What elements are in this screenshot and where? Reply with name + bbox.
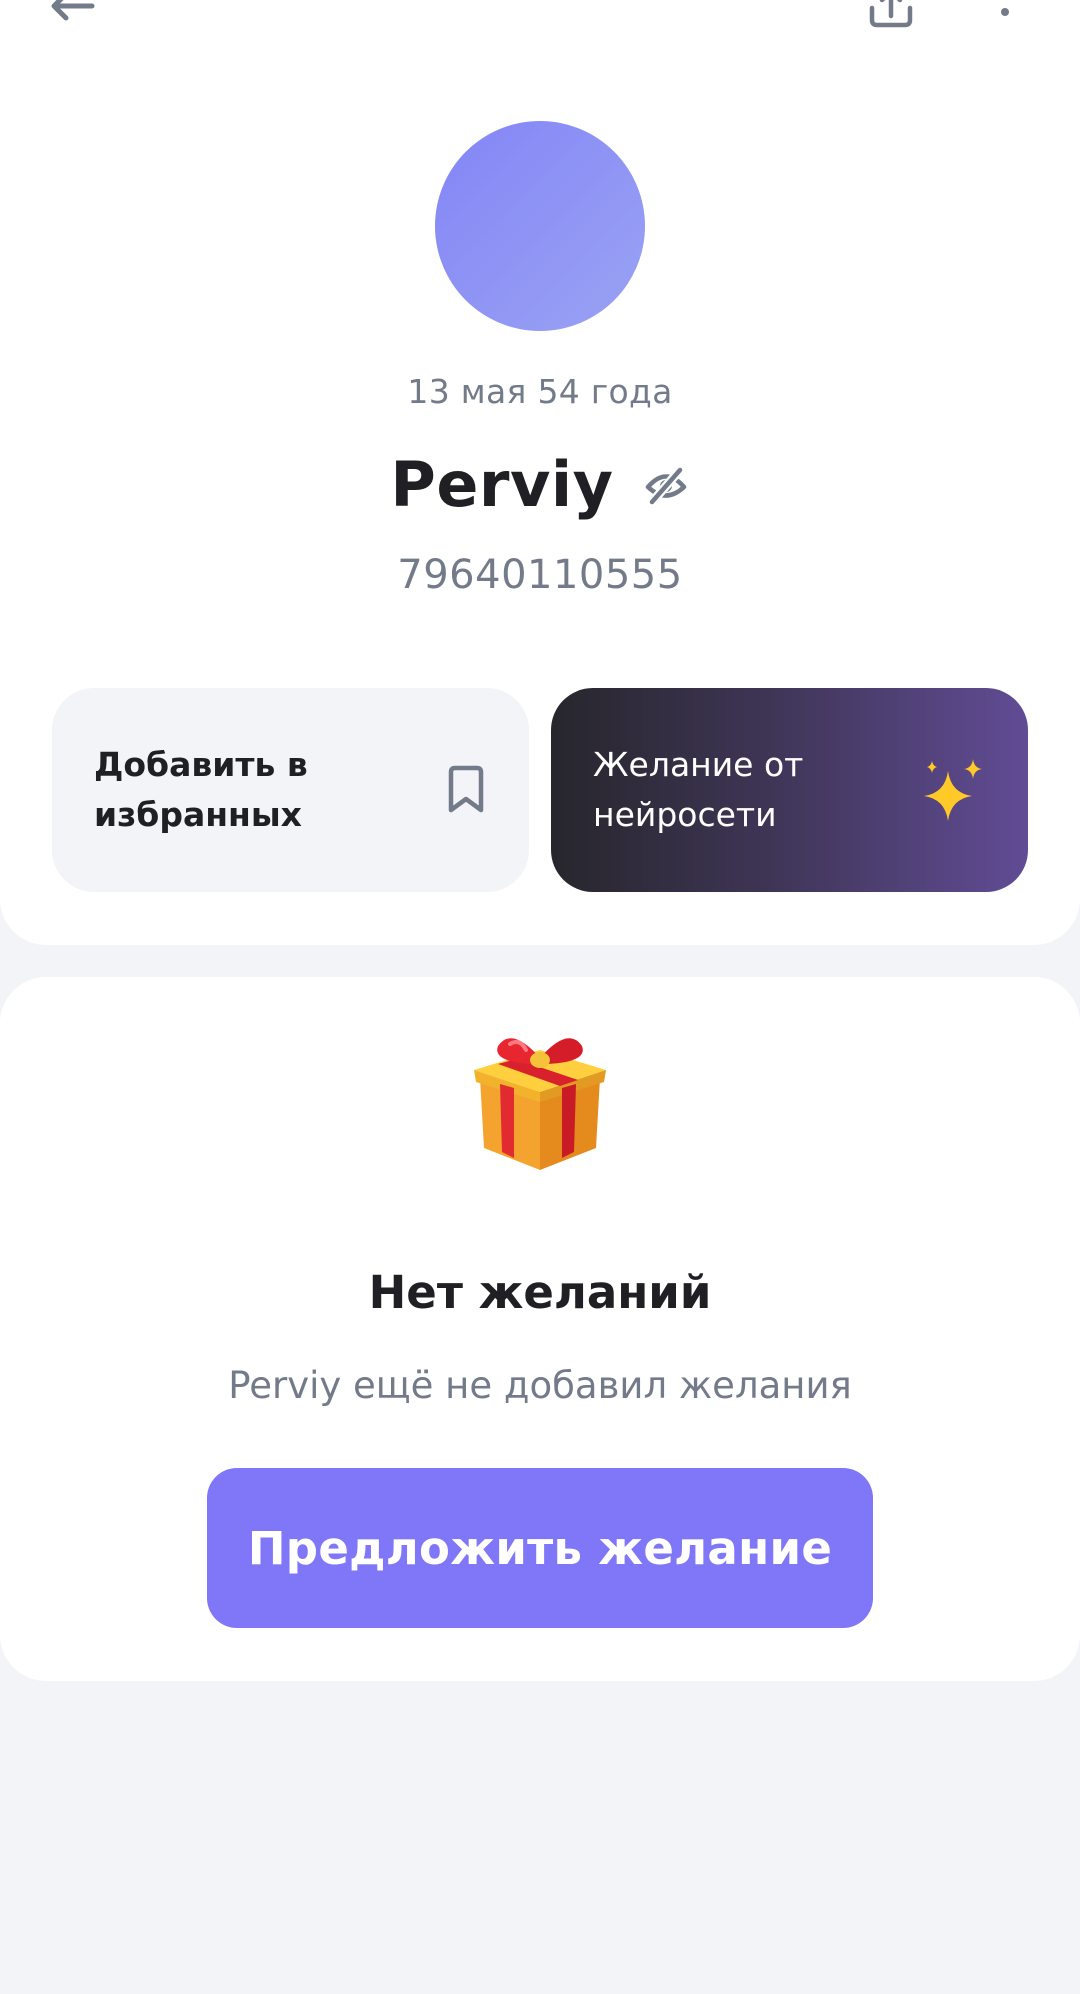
sparkles-icon bbox=[924, 759, 982, 821]
back-arrow-icon[interactable] bbox=[44, 0, 104, 26]
add-to-favorites-button[interactable]: Добавить в избранных bbox=[52, 688, 529, 892]
gift-icon bbox=[474, 1038, 606, 1170]
ai-wish-button[interactable]: Желание от нейросети bbox=[551, 688, 1028, 892]
profile-name: Perviy bbox=[390, 448, 614, 521]
bookmark-icon bbox=[448, 765, 484, 813]
profile-screen: 13 мая 54 года Perviy 79640110555 Добави… bbox=[0, 0, 1080, 1994]
more-vertical-icon[interactable] bbox=[990, 0, 1020, 30]
profile-card: 13 мая 54 года Perviy 79640110555 Добави… bbox=[0, 0, 1080, 945]
suggest-wish-button[interactable]: Предложить желание bbox=[207, 1468, 873, 1628]
favorites-label: Добавить в избранных bbox=[94, 745, 308, 834]
name-row: Perviy bbox=[0, 448, 1080, 521]
birthday-date: 13 мая 54 года bbox=[407, 372, 673, 411]
ai-wish-label: Желание от нейросети bbox=[593, 745, 804, 834]
empty-wishes-subtitle: Perviy ещё не добавил желания bbox=[228, 1364, 852, 1407]
avatar bbox=[435, 121, 645, 331]
eye-off-icon bbox=[645, 465, 686, 506]
share-icon[interactable] bbox=[862, 0, 920, 30]
empty-wishes-title: Нет желаний bbox=[368, 1266, 712, 1319]
phone-number: 79640110555 bbox=[397, 552, 683, 598]
